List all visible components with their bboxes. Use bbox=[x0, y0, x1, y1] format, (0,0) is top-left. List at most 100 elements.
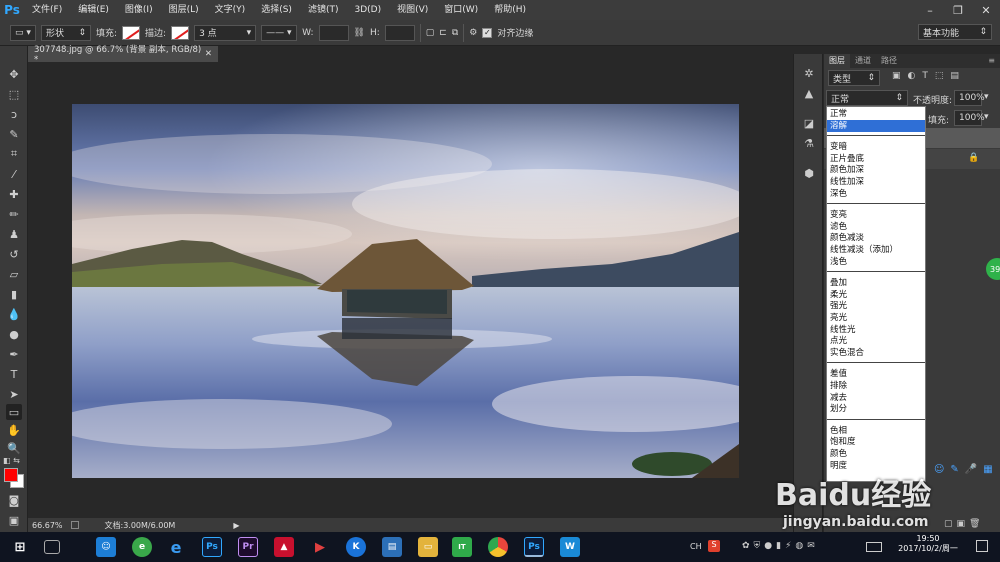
blend-mode-option[interactable]: 排除 bbox=[827, 380, 925, 392]
tab-layers[interactable]: 图层 bbox=[824, 54, 850, 68]
document-tab[interactable]: 307748.jpg @ 66.7% (背景 副本, RGB/8) * ✕ bbox=[28, 45, 218, 65]
histogram-icon[interactable]: ▲ bbox=[802, 86, 816, 100]
blend-mode-option[interactable]: 叠加 bbox=[827, 277, 925, 289]
fill-field[interactable]: 100% bbox=[954, 110, 985, 126]
path-operations-icon[interactable]: ▢ bbox=[426, 28, 435, 38]
align-edges-checkbox[interactable]: ✓ bbox=[482, 27, 493, 38]
lasso-tool-icon[interactable]: ↄ bbox=[6, 106, 22, 122]
menu-item[interactable]: 3D(D) bbox=[346, 0, 389, 20]
quick-mask-icon[interactable]: ◙ bbox=[6, 492, 22, 508]
eraser-tool-icon[interactable]: ▱ bbox=[6, 266, 22, 282]
3d-cube-icon[interactable]: ⬢ bbox=[802, 166, 816, 180]
opacity-field[interactable]: 100% bbox=[954, 90, 985, 106]
zoom-tool-icon[interactable]: 🔍 bbox=[6, 440, 22, 456]
stroke-swatch[interactable] bbox=[171, 25, 190, 40]
navigator-icon[interactable]: ✲ bbox=[802, 66, 816, 80]
blend-mode-option[interactable]: 线性光 bbox=[827, 324, 925, 336]
gear-icon[interactable]: ⚙ bbox=[469, 28, 477, 38]
tray-icons[interactable]: ✿⛨●▮⚡◍✉ bbox=[742, 541, 819, 551]
move-tool-icon[interactable]: ✥ bbox=[6, 66, 22, 82]
stroke-type-select[interactable]: —— ▾ bbox=[261, 24, 298, 41]
swap-colors-icon[interactable]: ◧ ⇆ bbox=[3, 456, 25, 466]
photoshop-active-icon[interactable]: Ps bbox=[524, 537, 544, 557]
blend-mode-option[interactable]: 强光 bbox=[827, 300, 925, 312]
tab-channels[interactable]: 通道 bbox=[850, 54, 876, 68]
eyedropper-tool-icon[interactable]: ⁄ bbox=[6, 166, 22, 182]
blend-mode-option[interactable]: 正常 bbox=[827, 108, 925, 120]
path-selection-tool-icon[interactable]: ➤ bbox=[6, 386, 22, 402]
menu-item[interactable]: 选择(S) bbox=[253, 0, 300, 20]
app-store-icon[interactable]: ☺ bbox=[96, 537, 116, 557]
k-app-icon[interactable]: K bbox=[346, 537, 366, 557]
task-view-icon[interactable] bbox=[44, 540, 60, 554]
zoom-level[interactable]: 66.67% bbox=[32, 521, 63, 530]
notification-center-icon[interactable] bbox=[976, 540, 988, 552]
writer-app-icon[interactable]: W bbox=[560, 537, 580, 557]
ie-browser-icon[interactable]: e bbox=[166, 537, 186, 557]
blur-tool-icon[interactable]: 💧 bbox=[6, 306, 22, 322]
blend-mode-option[interactable]: 线性减淡（添加） bbox=[827, 244, 925, 256]
blend-mode-option[interactable]: 减去 bbox=[827, 392, 925, 404]
foreground-color-swatch[interactable] bbox=[4, 468, 18, 482]
properties-icon[interactable]: ◪ bbox=[802, 116, 816, 130]
close-tab-icon[interactable]: ✕ bbox=[205, 49, 212, 59]
pen-tool-icon[interactable]: ✒ bbox=[6, 346, 22, 362]
ithome-app-icon[interactable]: IT bbox=[452, 537, 472, 557]
blend-mode-select[interactable]: 正常 ⇕ bbox=[826, 90, 908, 106]
blend-mode-option[interactable]: 溶解 bbox=[827, 119, 925, 132]
status-arrow-icon[interactable]: ▶ bbox=[233, 521, 239, 530]
document-image[interactable] bbox=[72, 104, 739, 478]
blend-mode-option[interactable]: 颜色减淡 bbox=[827, 232, 925, 244]
healing-brush-tool-icon[interactable]: ✚ bbox=[6, 186, 22, 202]
tool-preset-picker[interactable]: ▭ ▾ bbox=[10, 24, 36, 41]
blend-mode-option[interactable]: 点光 bbox=[827, 335, 925, 347]
brush-tool-icon[interactable]: ✏ bbox=[6, 206, 22, 222]
maximize-icon[interactable]: ❐ bbox=[944, 0, 972, 20]
quick-select-tool-icon[interactable]: ✎ bbox=[6, 126, 22, 142]
menu-item[interactable]: 图像(I) bbox=[117, 0, 161, 20]
acrobat-app-icon[interactable]: ▲ bbox=[274, 537, 294, 557]
blend-mode-option[interactable]: 饱和度 bbox=[827, 436, 925, 448]
workspace-select[interactable]: 基本功能 ⇕ bbox=[918, 24, 992, 40]
stroke-size-field[interactable]: 3 点 ▾ bbox=[194, 24, 257, 41]
blend-mode-option[interactable]: 划分 bbox=[827, 403, 925, 415]
menu-item[interactable]: 文字(Y) bbox=[207, 0, 254, 20]
sogou-ime-icon[interactable]: S bbox=[708, 540, 720, 552]
app-360-icon[interactable]: e bbox=[132, 537, 152, 557]
height-field[interactable] bbox=[384, 24, 415, 41]
adjustments-icon[interactable]: ⚗ bbox=[802, 136, 816, 150]
path-arrangement-icon[interactable]: ⧉ bbox=[452, 28, 458, 38]
shape-mode-select[interactable]: 形状 ⇕ bbox=[41, 24, 91, 41]
menu-item[interactable]: 图层(L) bbox=[161, 0, 207, 20]
quick-action-icons[interactable]: ☺✎🎤▦ bbox=[934, 464, 999, 475]
hand-tool-icon[interactable]: ✋ bbox=[6, 422, 22, 438]
blend-mode-option[interactable]: 柔光 bbox=[827, 289, 925, 301]
file-explorer-icon[interactable]: ▭ bbox=[418, 537, 438, 557]
blend-mode-option[interactable]: 变亮 bbox=[827, 209, 925, 221]
panel-menu-icon[interactable]: ≡ bbox=[983, 54, 1000, 68]
blend-mode-option[interactable]: 颜色 bbox=[827, 448, 925, 460]
history-brush-tool-icon[interactable]: ↺ bbox=[6, 246, 22, 262]
media-app-icon[interactable]: ▶ bbox=[310, 537, 330, 557]
ime-indicator[interactable]: CH bbox=[690, 542, 702, 551]
network-app-icon[interactable]: ▤ bbox=[382, 537, 402, 557]
dodge-tool-icon[interactable]: ● bbox=[6, 326, 22, 342]
taskbar-clock[interactable]: 19:50 2017/10/2/周一 bbox=[888, 534, 968, 554]
fill-swatch[interactable] bbox=[122, 25, 141, 40]
menu-item[interactable]: 帮助(H) bbox=[486, 0, 534, 20]
menu-item[interactable]: 视图(V) bbox=[389, 0, 436, 20]
premiere-app-icon[interactable]: Pr bbox=[238, 537, 258, 557]
start-button-icon[interactable]: ⊞ bbox=[10, 537, 30, 557]
menu-item[interactable]: 窗口(W) bbox=[436, 0, 486, 20]
blend-mode-option[interactable]: 颜色加深 bbox=[827, 164, 925, 176]
blend-mode-option[interactable]: 实色混合 bbox=[827, 347, 925, 359]
blend-mode-option[interactable]: 浅色 bbox=[827, 256, 925, 268]
blend-mode-option[interactable]: 深色 bbox=[827, 188, 925, 200]
blend-mode-option[interactable]: 线性加深 bbox=[827, 176, 925, 188]
menu-item[interactable]: 文件(F) bbox=[24, 0, 70, 20]
clone-stamp-tool-icon[interactable]: ♟ bbox=[6, 226, 22, 242]
path-alignment-icon[interactable]: ⊏ bbox=[439, 28, 447, 38]
layer-footer-icons[interactable]: ▢▣🗑 bbox=[944, 519, 984, 529]
blend-mode-option[interactable]: 差值 bbox=[827, 368, 925, 380]
export-icon[interactable] bbox=[70, 521, 79, 529]
